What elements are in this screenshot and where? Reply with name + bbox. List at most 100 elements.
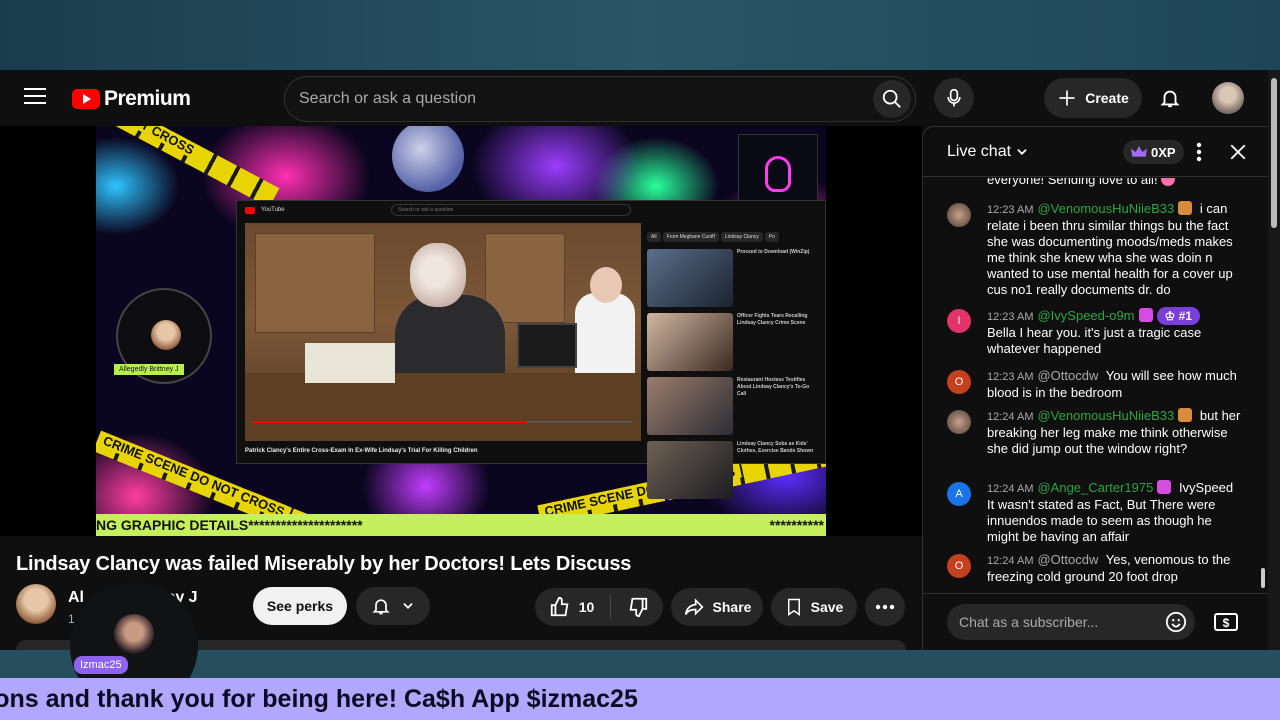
inner-rec-item: Restaurant Hostess Testifies About Linds… [647, 377, 819, 435]
emoji-picker-button[interactable] [1165, 611, 1187, 633]
inner-search: Search or ask a question [391, 204, 631, 216]
share-button[interactable]: Share [671, 588, 763, 626]
close-chat-button[interactable] [1227, 141, 1249, 163]
chat-scrollbar[interactable] [1259, 178, 1267, 592]
account-avatar[interactable] [1212, 82, 1244, 114]
chat-message: O 12:23 AM @Ottocdw You will see how much… [947, 368, 1243, 401]
thumbs-up-icon[interactable] [549, 596, 571, 618]
channel-avatar[interactable] [16, 584, 56, 624]
shared-screen-youtube: YouTube Search or ask a question Patrick… [236, 200, 826, 499]
bell-icon [1160, 90, 1180, 108]
chevron-down-icon [1017, 149, 1027, 155]
message-author[interactable]: @IvySpeed-o9m [1037, 308, 1134, 323]
chat-message: I 12:23 AM @IvySpeed-o9m ♔ #1 Bella I hear … [947, 307, 1243, 357]
video-frame[interactable]: DO NOT CROSS CRIME SCENE DO NOT CROSS CR… [96, 126, 826, 536]
bell-icon [372, 599, 390, 615]
user-avatar[interactable]: O [947, 370, 971, 394]
bookmark-icon [787, 598, 800, 616]
lawyer-head [410, 243, 466, 307]
host-face [151, 320, 181, 350]
svg-text:$: $ [1223, 616, 1230, 630]
user-avatar[interactable] [947, 203, 971, 227]
page-scrollbar[interactable] [1268, 70, 1280, 650]
message-author[interactable]: @Ottocdw [1037, 368, 1098, 383]
chat-message: 12:23 AM @VenomousHuNiieB33 i can relate … [947, 201, 1243, 298]
like-count[interactable]: 10 [579, 599, 595, 615]
message-text: Bella I hear you. it's just a tragic cas… [987, 325, 1202, 356]
user-avatar[interactable]: I [947, 309, 971, 333]
inner-rec-item: Lindsay Clancy Sobs as Kids' Clothes, Ex… [647, 441, 819, 499]
chat-more-options[interactable] [1189, 141, 1209, 163]
youtube-premium-logo[interactable]: Premium [72, 87, 191, 111]
live-chat-mode-selector[interactable]: Live chat [947, 143, 1029, 161]
video-player[interactable]: DO NOT CROSS CRIME SCENE DO NOT CROSS CR… [0, 126, 922, 536]
chat-message: A 12:24 AM @Ange_Carter1975 IvySpeed It w… [947, 480, 1243, 545]
create-button[interactable]: Create [1044, 78, 1142, 118]
dollar-icon: $ [1214, 613, 1238, 631]
search-box [284, 76, 916, 122]
xp-badge[interactable]: 0XP [1123, 140, 1184, 164]
chevron-down-icon [403, 603, 413, 609]
warning-text-left: NG GRAPHIC DETAILS********************* [96, 517, 363, 533]
more-horizontal-icon [875, 604, 895, 610]
search-icon [882, 89, 901, 108]
heart-emoji-icon [1161, 178, 1176, 186]
thumbs-down-icon[interactable] [627, 596, 649, 618]
share-label: Share [712, 599, 752, 615]
user-avatar[interactable]: O [947, 554, 971, 578]
notification-settings-button[interactable] [356, 587, 430, 625]
like-divider [610, 595, 612, 619]
super-chat-button[interactable]: $ [1213, 611, 1239, 633]
see-perks-button[interactable]: See perks [253, 587, 347, 625]
youtube-app-window: Premium Create DO NOT CROSS CRIME SCENE … [0, 70, 1268, 650]
smiley-icon [1165, 611, 1187, 633]
podcast-microphone-icon [765, 156, 791, 192]
warning-text-right: ********** [769, 517, 824, 533]
chat-input-row: $ [923, 593, 1268, 650]
chat-message-list[interactable]: everyone! Sending love to all! 12:23 AM @… [923, 178, 1268, 592]
courtroom-video [245, 223, 641, 441]
chat-message: O 12:24 AM @Ottocdw Yes, venomous to the … [947, 552, 1243, 585]
inner-rec-item: Officer Fights Tears Recalling Lindsay C… [647, 313, 819, 371]
save-button[interactable]: Save [771, 588, 857, 626]
search-button[interactable] [873, 80, 911, 118]
notifications-button[interactable] [1150, 78, 1190, 118]
share-icon [684, 598, 704, 616]
user-avatar[interactable] [947, 410, 971, 434]
member-badge-icon [1157, 480, 1172, 494]
message-author[interactable]: @VenomousHuNiieB33 [1037, 201, 1174, 216]
message-author[interactable]: @Ottocdw [1037, 552, 1098, 567]
close-icon [1230, 144, 1246, 160]
stream-background-top [0, 0, 1280, 70]
inner-chip-row: All From Meghann Cuniff Lindsay Clancy Po [647, 225, 819, 243]
more-actions-button[interactable] [865, 588, 905, 626]
video-title: Lindsay Clancy was failed Miserably by h… [16, 553, 632, 575]
plus-icon [1059, 90, 1075, 106]
search-input[interactable] [299, 87, 859, 111]
streamer-face [114, 614, 154, 654]
save-label: Save [810, 599, 844, 615]
police-tape: DO NOT CROSS [96, 126, 280, 208]
masthead: Premium Create [0, 70, 1268, 126]
inner-rec-item: Proceed to Download (WinZip) [647, 249, 819, 307]
member-badge-icon [1178, 408, 1193, 422]
streamer-name-tag: Izmac25 [74, 656, 128, 674]
ticker-text: nions and thank you for being here! Ca$h… [0, 685, 638, 713]
message-author[interactable]: @Ange_Carter1975 [1037, 480, 1153, 495]
moon-graphic [392, 126, 464, 192]
inner-progress-bar [253, 421, 633, 423]
courtroom-desk [245, 373, 641, 441]
voice-search-button[interactable] [934, 78, 974, 118]
create-label: Create [1085, 90, 1129, 106]
chat-input[interactable] [947, 604, 1195, 640]
live-chat-panel: Live chat 0XP everyone! Sending love to … [922, 126, 1268, 650]
message-text: everyone! Sending love to all! [987, 178, 1158, 187]
crown-icon [1131, 146, 1147, 157]
graphic-warning-banner: NG GRAPHIC DETAILS********************* … [96, 514, 826, 536]
menu-icon[interactable] [24, 88, 46, 106]
user-avatar[interactable]: A [947, 482, 971, 506]
message-author[interactable]: @VenomousHuNiieB33 [1037, 408, 1174, 423]
papers [305, 343, 395, 383]
member-badge-icon [1138, 308, 1153, 322]
youtube-logo-icon [72, 89, 100, 109]
